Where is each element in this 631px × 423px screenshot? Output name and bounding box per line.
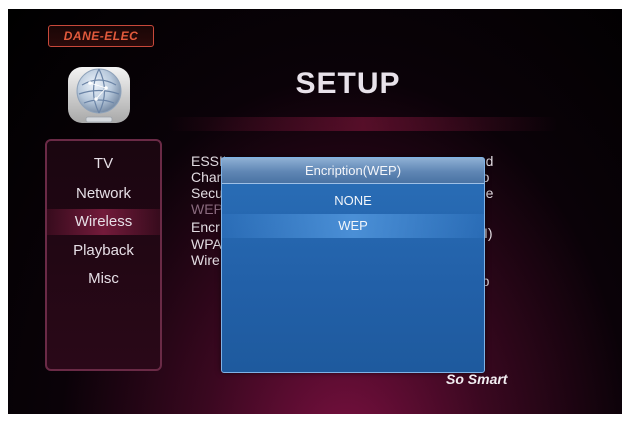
sidebar-item-network[interactable]: Network <box>47 181 160 207</box>
sidebar-menu: TV Network Wireless Playback Misc <box>45 139 162 371</box>
option-none[interactable]: NONE <box>222 189 484 213</box>
brand-tagline: So Smart <box>446 371 508 387</box>
setting-wireless-label[interactable]: Wire <box>191 252 225 268</box>
sidebar-item-tv[interactable]: TV <box>47 151 160 177</box>
setting-essid-label[interactable]: ESSID <box>191 153 225 169</box>
page-title: SETUP <box>295 67 401 100</box>
tv-screen: DANE-ELEC SETUP TV Network Wireless Play… <box>8 9 622 414</box>
setting-wpa-label[interactable]: WPA <box>191 236 225 252</box>
option-wep[interactable]: WEP <box>222 214 484 238</box>
setting-wep-label[interactable]: WEP <box>191 201 225 217</box>
setting-security-label[interactable]: Secu <box>191 185 225 201</box>
sidebar-item-wireless[interactable]: Wireless <box>47 209 160 235</box>
setting-encryption-label[interactable]: Encr <box>191 219 225 235</box>
sidebar-item-misc[interactable]: Misc <box>47 266 160 292</box>
setting-channel-label[interactable]: Char <box>191 169 225 185</box>
dane-elec-logo: DANE-ELEC <box>48 25 154 47</box>
dialog-title: Encription(WEP) <box>222 158 484 184</box>
encryption-dialog: Encription(WEP) NONE WEP <box>221 157 485 373</box>
network-globe-icon <box>66 61 132 133</box>
sidebar-item-playback[interactable]: Playback <box>47 238 160 264</box>
title-glow-bar <box>168 117 558 131</box>
